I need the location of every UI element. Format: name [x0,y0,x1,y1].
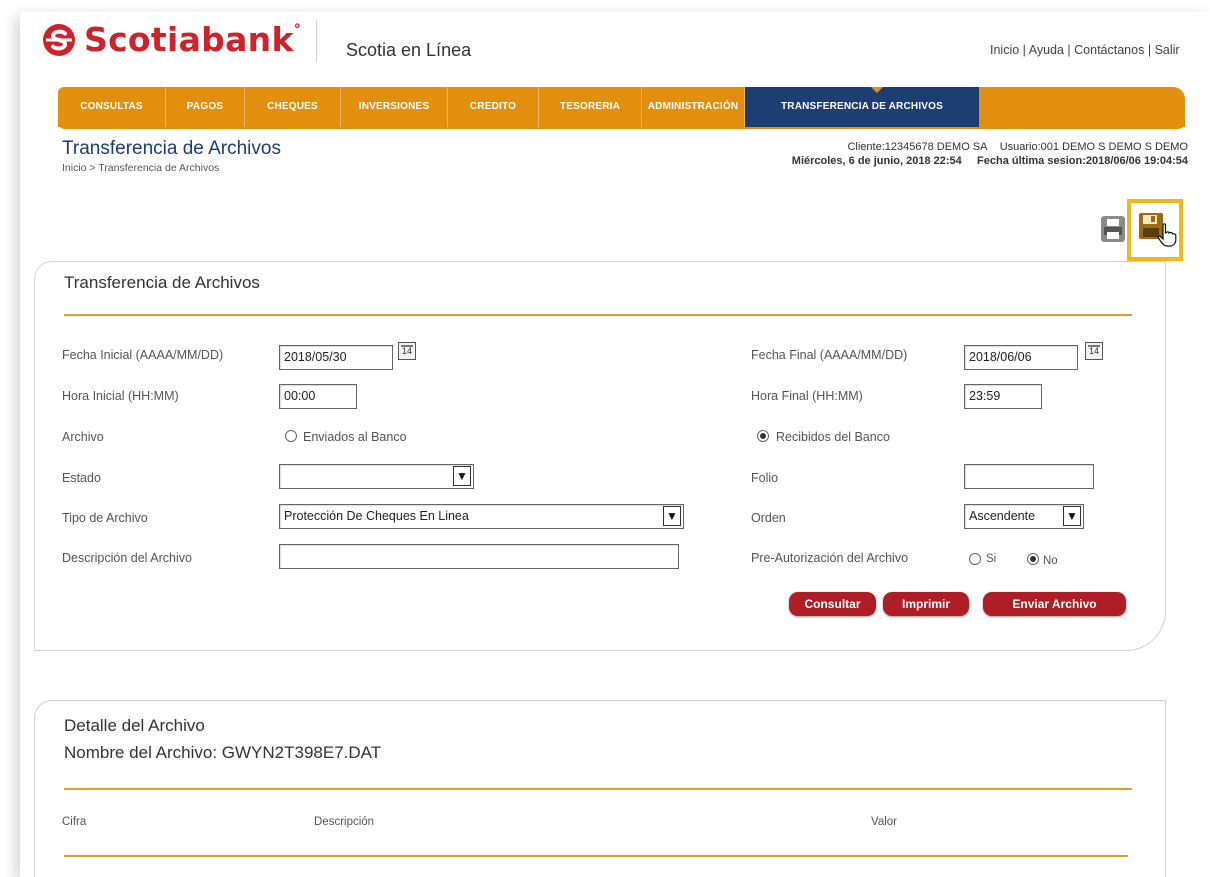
imprimir-button[interactable]: Imprimir [883,592,969,616]
hora-final-label: Hora Final (HH:MM) [751,389,863,403]
session-info: Cliente:12345678 DEMO SA Usuario:001 DEM… [792,140,1188,168]
top-links: Inicio | Ayuda | Contáctanos | Salir [990,43,1180,57]
header: Scotiabank° Scotia en Línea Inicio | Ayu… [20,12,1210,87]
breadcrumb: Inicio > Transferencia de Archivos [62,162,220,174]
hand-cursor-icon [1157,223,1177,247]
tipo-archivo-select[interactable]: Protección De Cheques En Linea ▼ [279,504,684,529]
nav-item-pagos[interactable]: PAGOS [166,87,245,127]
current-date: Miércoles, 6 de junio, 2018 22:54 [791,155,962,167]
folio-input[interactable] [964,464,1094,489]
fecha-inicial-input[interactable]: 2018/05/30 [279,345,393,370]
last-session: Fecha última sesion:2018/06/06 19:04:54 [977,155,1188,167]
fecha-inicial-label: Fecha Inicial (AAAA/MM/DD) [62,348,224,362]
nav-item-transferencia-de-archivos[interactable]: TRANSFERENCIA DE ARCHIVOS [745,87,979,127]
printer-icon[interactable] [1101,216,1125,242]
nav-item-consultas[interactable]: CONSULTAS [58,87,166,127]
scotiabank-logo-icon [43,23,75,56]
fecha-final-label: Fecha Final (AAAA/MM/DD) [751,348,908,362]
page-title: Transferencia de Archivos [62,138,281,159]
form-title-divider [64,314,1132,316]
pre-autorizacion-label: Pre-Autorización del Archivo [751,551,909,565]
archivo-enviados-label[interactable]: Enviados al Banco [303,430,407,444]
orden-select[interactable]: Ascendente ▼ [964,504,1084,529]
nav-item-inversiones[interactable]: INVERSIONES [341,87,448,127]
enviar-archivo-button[interactable]: Enviar Archivo [983,592,1126,616]
estado-label: Estado [62,471,101,485]
column-header-cifra: Cifra [62,816,87,828]
chevron-down-icon: ▼ [453,466,471,486]
nav-item-credito[interactable]: CREDITO [448,87,539,127]
pre-autorizacion-no-label[interactable]: No [1043,555,1058,567]
tipo-archivo-label: Tipo de Archivo [62,511,148,525]
detail-title: Detalle del Archivo [64,716,205,735]
nav-item-tesoreria[interactable]: TESORERIA [539,87,642,127]
detail-file-name: Nombre del Archivo: GWYN2T398E7.DAT [64,743,382,762]
scotiabank-logo[interactable]: Scotiabank° [42,20,301,59]
link-ayuda[interactable]: Ayuda [1029,43,1064,57]
archivo-recibidos-label[interactable]: Recibidos del Banco [776,430,890,444]
main-nav: CONSULTAS PAGOS CHEQUES INVERSIONES CRED… [58,87,1185,127]
browser-page: Scotiabank° Scotia en Línea Inicio | Ayu… [20,12,1210,877]
archivo-enviados-radio[interactable] [285,430,297,442]
client-id: Cliente:12345678 DEMO SA [847,141,988,153]
folio-label: Folio [751,471,779,485]
link-contactanos[interactable]: Contáctanos [1074,43,1144,57]
fecha-inicial-calendar-icon[interactable]: 14 [398,342,416,360]
product-name: Scotia en Línea [346,40,472,60]
fecha-final-input[interactable]: 2018/06/06 [964,345,1078,370]
chevron-down-icon: ▼ [1063,506,1081,526]
nav-item-cheques[interactable]: CHEQUES [245,87,341,127]
descripcion-label: Descripción del Archivo [62,551,192,565]
hora-inicial-label: Hora Inicial (HH:MM) [62,389,179,403]
estado-select[interactable]: ▼ [279,464,474,489]
detail-divider-top [64,788,1132,790]
detail-divider-bottom [64,855,1128,857]
pre-autorizacion-si-radio[interactable] [969,553,981,565]
form-title: Transferencia de Archivos [64,273,260,292]
pre-autorizacion-si-label[interactable]: Si [986,553,996,565]
archivo-label: Archivo [62,430,104,444]
hora-final-input[interactable]: 23:59 [964,384,1042,409]
header-divider [316,20,317,62]
column-header-descripcion: Descripción [314,816,375,828]
fecha-final-calendar-icon[interactable]: 14 [1085,342,1103,360]
archivo-recibidos-radio[interactable] [757,430,769,442]
link-inicio[interactable]: Inicio [990,43,1019,57]
column-header-valor: Valor [871,816,897,828]
chevron-down-icon: ▼ [663,506,681,526]
user-id: Usuario:001 DEMO S DEMO S DEMO [999,141,1188,153]
nav-item-administracion[interactable]: ADMINISTRACIÓN [642,87,745,127]
descripcion-input[interactable] [279,544,679,569]
orden-label: Orden [751,511,786,525]
link-salir[interactable]: Salir [1155,43,1180,57]
brand-name: Scotiabank° [84,20,301,59]
consultar-button[interactable]: Consultar [789,592,876,616]
save-highlight-box [1127,199,1183,261]
hora-inicial-input[interactable]: 00:00 [279,384,357,409]
pre-autorizacion-no-radio[interactable] [1027,553,1039,565]
